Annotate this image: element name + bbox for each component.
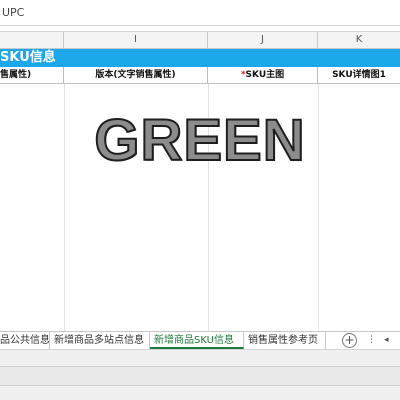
column-header-k[interactable]: K <box>318 32 400 48</box>
formula-bar-text[interactable]: UPC <box>2 6 24 19</box>
header-cell-j[interactable]: *SKU主图 <box>208 67 318 83</box>
more-options-icon[interactable]: ⋮ <box>367 335 376 345</box>
column-header-row: I J K <box>0 32 400 49</box>
section-title: SKU信息 <box>0 50 56 65</box>
status-bar <box>0 349 400 400</box>
scroll-left-icon[interactable]: ◂ <box>384 335 389 345</box>
add-sheet-icon[interactable]: + <box>342 333 357 348</box>
sheet-tab-bar: 品公共信息 新增商品多站点信息 新增商品SKU信息 销售属性参考页 + ⋮ ◂ <box>0 331 400 349</box>
sheet-tab-public-info[interactable]: 品公共信息 <box>0 332 50 349</box>
sheet-grid[interactable]: SKU信息 售属性) 版本(文字销售属性) *SKU主图 SKU详情图1 <box>0 49 400 331</box>
watermark-text: GREEN <box>93 107 306 174</box>
header-cell-j-label: SKU主图 <box>245 70 285 80</box>
header-row: 售属性) 版本(文字销售属性) *SKU主图 SKU详情图1 <box>0 67 400 84</box>
sheet-tab-sku-info[interactable]: 新增商品SKU信息 <box>150 332 244 349</box>
sheet-tab-multisite-info[interactable]: 新增商品多站点信息 <box>50 332 150 349</box>
section-title-row[interactable]: SKU信息 <box>0 49 400 67</box>
sheet-tab-sales-attr-ref[interactable]: 销售属性参考页 <box>244 332 326 349</box>
formula-bar[interactable]: UPC <box>0 0 400 26</box>
header-cell-k[interactable]: SKU详情图1 <box>318 67 400 83</box>
status-strip <box>0 366 400 386</box>
column-header-j[interactable]: J <box>208 32 318 48</box>
column-header-h[interactable] <box>0 32 64 48</box>
header-cell-i[interactable]: 版本(文字销售属性) <box>64 67 208 83</box>
column-header-i[interactable]: I <box>64 32 208 48</box>
header-cell-h[interactable]: 售属性) <box>0 67 64 83</box>
